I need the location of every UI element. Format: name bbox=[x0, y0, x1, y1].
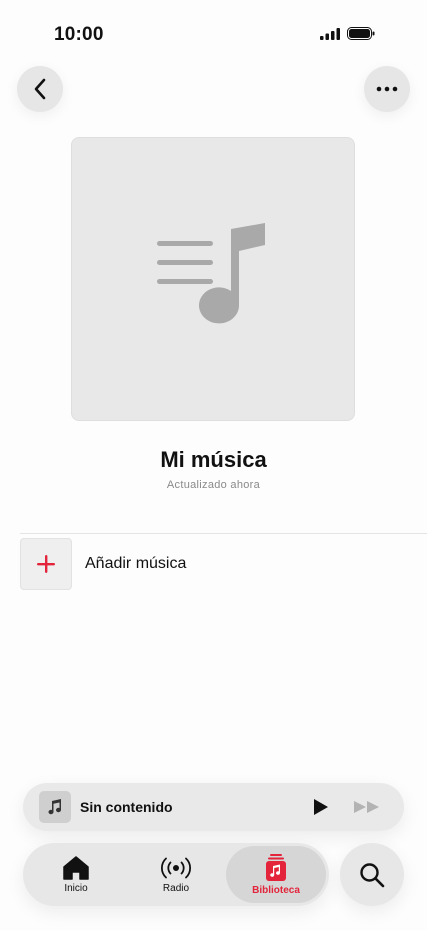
playlist-artwork bbox=[71, 137, 355, 421]
plus-icon bbox=[37, 555, 55, 573]
tab-bar: Inicio Radio Biblioteca bbox=[23, 843, 329, 906]
back-button[interactable] bbox=[17, 66, 63, 112]
tab-inicio-label: Inicio bbox=[64, 882, 88, 894]
add-music-tile[interactable] bbox=[20, 538, 72, 590]
mini-player-artwork bbox=[39, 791, 71, 823]
more-options-button[interactable] bbox=[364, 66, 410, 112]
radio-icon bbox=[160, 857, 192, 878]
tab-radio[interactable]: Radio bbox=[126, 846, 226, 903]
tab-biblioteca-label: Biblioteca bbox=[252, 884, 300, 896]
play-icon bbox=[314, 799, 328, 815]
status-time: 10:00 bbox=[54, 24, 104, 45]
mini-player[interactable]: Sin contenido bbox=[23, 783, 404, 831]
ellipsis-icon bbox=[376, 86, 398, 92]
playlist-title: Mi música bbox=[160, 447, 267, 472]
music-list-icon bbox=[157, 223, 265, 324]
tab-radio-label: Radio bbox=[162, 882, 190, 894]
add-music-row[interactable]: Añadir música bbox=[20, 538, 427, 590]
music-note-icon bbox=[48, 799, 62, 815]
status-icons bbox=[320, 27, 375, 40]
playlist-subtitle: Actualizado ahora bbox=[166, 479, 261, 491]
mini-player-title: Sin contenido bbox=[80, 799, 173, 815]
search-icon bbox=[360, 862, 385, 887]
search-button[interactable] bbox=[340, 843, 404, 906]
fast-forward-button[interactable] bbox=[352, 796, 382, 818]
tab-biblioteca[interactable]: Biblioteca bbox=[226, 846, 326, 903]
play-button[interactable] bbox=[310, 796, 332, 818]
tab-inicio[interactable]: Inicio bbox=[26, 846, 126, 903]
home-icon bbox=[63, 855, 89, 880]
library-icon bbox=[266, 853, 286, 881]
battery-icon bbox=[347, 27, 375, 40]
add-music-label: Añadir música bbox=[85, 555, 187, 572]
signal-icon bbox=[320, 27, 340, 40]
fast-forward-icon bbox=[354, 801, 379, 813]
status-bar: 10:00 bbox=[0, 0, 427, 60]
divider bbox=[20, 533, 427, 534]
chevron-left-icon bbox=[34, 78, 46, 100]
